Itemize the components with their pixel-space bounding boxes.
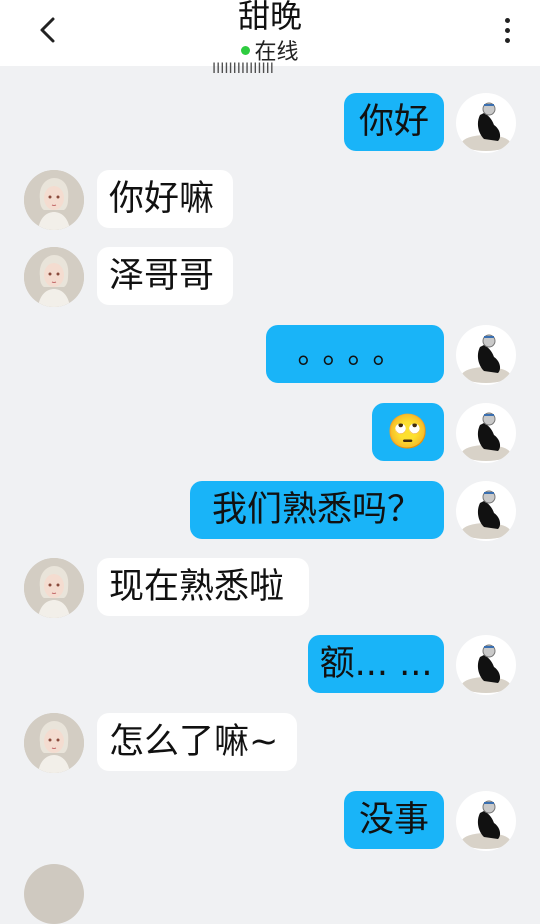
self-avatar[interactable] [456,325,516,385]
message-bubble-sent-emoji[interactable]: 🙄 [372,403,444,461]
self-avatar[interactable] [456,481,516,541]
contact-avatar-icon [24,170,84,230]
chat-title: 甜晚 [237,0,302,35]
contact-avatar-icon [24,558,84,618]
contact-avatar[interactable] [24,713,84,773]
message-bubble-sent[interactable]: 额... ... [308,635,444,693]
self-avatar-icon [462,644,510,693]
more-dot [504,37,510,43]
chat-header: 甜晚 在线 [0,0,540,66]
contact-avatar[interactable] [24,170,84,230]
message-bubble-sent[interactable]: 我们熟悉吗？ [190,481,444,539]
more-dot [504,17,510,23]
message-bubble-received[interactable]: 怎么了嘛~ [97,713,297,771]
message-bubble-sent[interactable]: 没事 [344,791,444,849]
self-avatar-icon [462,412,510,461]
self-avatar-icon [462,334,510,383]
self-avatar[interactable] [456,791,516,851]
self-avatar[interactable] [456,93,516,153]
faded-scrolled-text: IIIIIIIIIIIIIII [212,62,274,76]
message-bubble-sent[interactable]: 。。。。 [266,325,444,383]
online-dot [241,45,251,55]
self-avatar[interactable] [456,403,516,463]
message-bubble-received[interactable]: 现在熟悉啦 [97,558,309,616]
message-bubble-sent[interactable]: 你好 [344,93,444,151]
self-avatar-icon [462,800,510,849]
self-avatar-icon [462,490,510,539]
more-options-button[interactable] [492,12,522,48]
contact-avatar-partial[interactable] [24,864,84,924]
message-bubble-received[interactable]: 泽哥哥 [97,247,233,305]
message-bubble-received[interactable]: 你好嘛 [97,170,233,228]
contact-avatar[interactable] [24,247,84,307]
more-dot [504,27,510,33]
contact-avatar-icon [24,713,84,773]
self-avatar[interactable] [456,635,516,695]
self-avatar-icon [462,102,510,151]
contact-avatar-icon [24,247,84,307]
contact-avatar[interactable] [24,558,84,618]
